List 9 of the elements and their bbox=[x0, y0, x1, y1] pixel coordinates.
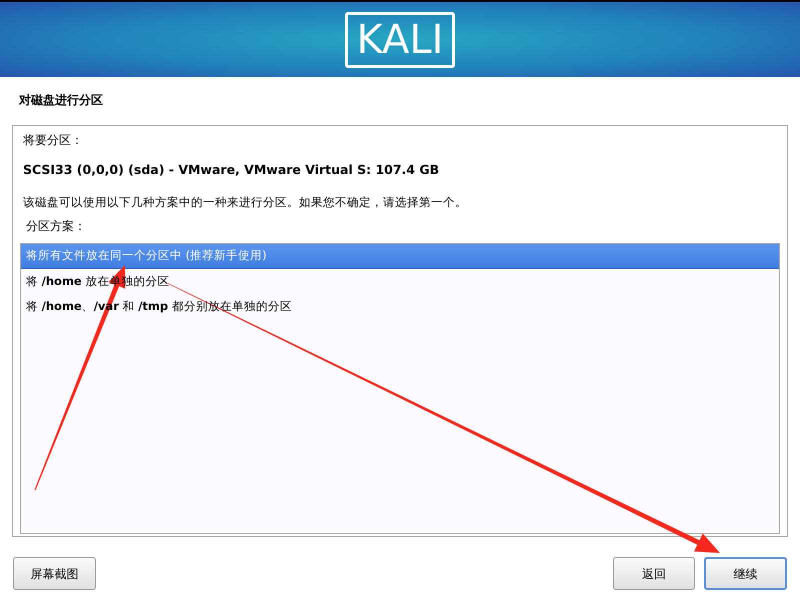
kali-logo: KALI bbox=[345, 12, 455, 68]
description-text: 该磁盘可以使用以下几种方案中的一种来进行分区。如果您不确定，请选择第一个。 bbox=[23, 194, 467, 211]
disk-label: SCSI33 (0,0,0) (sda) - VMware, VMware Virtual S: 107.4 GB bbox=[23, 161, 440, 179]
intro-text: 将要分区： bbox=[23, 132, 83, 149]
back-button[interactable]: 返回 bbox=[613, 557, 695, 590]
continue-button[interactable]: 继续 bbox=[704, 557, 787, 590]
page-title: 对磁盘进行分区 bbox=[19, 92, 103, 109]
list-label: 分区方案： bbox=[26, 218, 86, 235]
screenshot-button[interactable]: 屏幕截图 bbox=[13, 557, 96, 590]
